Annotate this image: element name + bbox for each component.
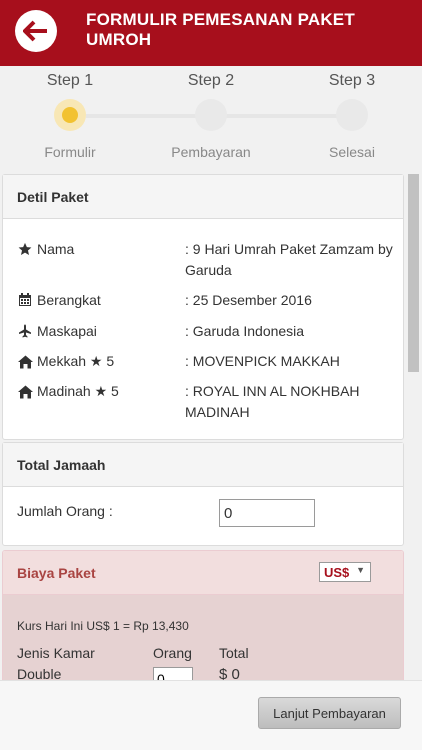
detail-value: : 9 Hari Umrah Paket Zamzam by Garuda	[185, 241, 393, 278]
page-title: FORMULIR PEMESANAN PAKET UMROH	[86, 10, 355, 49]
step-connector-1	[86, 114, 206, 118]
col-total: Total	[219, 645, 249, 661]
detail-label-text: Madinah ★ 5	[37, 383, 119, 399]
app: FORMULIR PEMESANAN PAKET UMROH Step 1 Fo…	[0, 0, 422, 750]
detail-row-maskapai: Maskapai : Garuda Indonesia	[17, 323, 393, 345]
step-dot-active	[54, 99, 86, 131]
step-title: Step 2	[187, 72, 235, 89]
detail-label: Maskapai	[17, 323, 97, 339]
calendar-icon	[17, 292, 33, 308]
detail-label: Nama	[17, 241, 74, 257]
detil-paket-heading: Detil Paket	[3, 175, 403, 219]
jumlah-orang-label: Jumlah Orang :	[17, 503, 113, 519]
star-icon	[17, 241, 33, 257]
step-dot	[195, 99, 227, 131]
orang-input[interactable]	[153, 667, 193, 680]
detail-value: : 25 Desember 2016	[185, 292, 312, 308]
currency-select[interactable]: US$ ▼	[319, 562, 371, 582]
stepper: Step 1 Formulir Step 2 Pembayaran Step 3…	[0, 66, 422, 170]
room-type-double: Double	[17, 666, 62, 680]
biaya-paket-title: Biaya Paket	[17, 564, 96, 581]
step-dot	[336, 99, 368, 131]
step-title: Step 1	[46, 72, 94, 89]
detail-label: Berangkat	[17, 292, 101, 308]
currency-value: US$	[324, 564, 350, 580]
detail-label-text: Maskapai	[37, 323, 97, 339]
detail-value: : ROYAL INN AL NOKHBAH MADINAH	[185, 383, 360, 420]
lanjut-pembayaran-button[interactable]: Lanjut Pembayaran	[258, 697, 401, 729]
row-total-value: $ 0	[219, 666, 240, 680]
arrow-left-icon	[23, 20, 47, 42]
detail-row-madinah: Madinah ★ 5 : ROYAL INN AL NOKHBAH MADIN…	[17, 383, 393, 425]
home-icon	[17, 354, 33, 370]
detail-label: Madinah ★ 5	[17, 383, 119, 400]
step-connector-2	[226, 114, 346, 118]
detail-row-mekkah: Mekkah ★ 5 : MOVENPICK MAKKAH	[17, 353, 393, 375]
jumlah-orang-input[interactable]	[219, 499, 315, 527]
scrollbar[interactable]	[406, 172, 422, 680]
detail-label: Mekkah ★ 5	[17, 353, 114, 370]
plane-icon	[17, 323, 33, 339]
scrollbar-thumb[interactable]	[408, 174, 419, 372]
col-orang: Orang	[153, 645, 192, 661]
caret-down-icon: ▼	[356, 565, 365, 575]
header-bar: FORMULIR PEMESANAN PAKET UMROH	[0, 0, 422, 66]
biaya-paket-body: Kurs Hari Ini US$ 1 = Rp 13,430 Jenis Ka…	[3, 595, 403, 680]
detail-row-berangkat: Berangkat : 25 Desember 2016	[17, 292, 393, 314]
detail-value: : Garuda Indonesia	[185, 323, 305, 339]
total-jamaah-panel: Total Jamaah Jumlah Orang :	[2, 442, 404, 546]
back-button[interactable]	[15, 10, 57, 52]
kurs-text: Kurs Hari Ini US$ 1 = Rp 13,430	[17, 619, 189, 633]
step-label: Pembayaran	[171, 144, 251, 160]
detail-label-text: Berangkat	[37, 292, 101, 308]
biaya-paket-panel: Biaya Paket US$ ▼ Kurs Hari Ini US$ 1 = …	[2, 550, 404, 680]
home-icon	[17, 384, 33, 400]
detil-paket-panel: Detil Paket Nama : 9 Hari Umrah Paket Za…	[2, 174, 404, 440]
footer-bar: Lanjut Pembayaran	[0, 680, 422, 750]
detail-row-nama: Nama : 9 Hari Umrah Paket Zamzam by Garu…	[17, 241, 393, 283]
col-jenis-kamar: Jenis Kamar	[17, 645, 95, 661]
detail-label-text: Mekkah ★ 5	[37, 353, 115, 369]
step-label: Formulir	[44, 144, 96, 160]
total-jamaah-heading: Total Jamaah	[3, 443, 403, 487]
detail-value: : MOVENPICK MAKKAH	[185, 353, 340, 369]
step-title: Step 3	[328, 72, 376, 89]
step-label: Selesai	[329, 144, 375, 160]
detail-label-text: Nama	[37, 241, 75, 257]
scroll-content[interactable]: Detil Paket Nama : 9 Hari Umrah Paket Za…	[0, 172, 406, 680]
biaya-paket-heading: Biaya Paket US$ ▼	[3, 551, 403, 595]
